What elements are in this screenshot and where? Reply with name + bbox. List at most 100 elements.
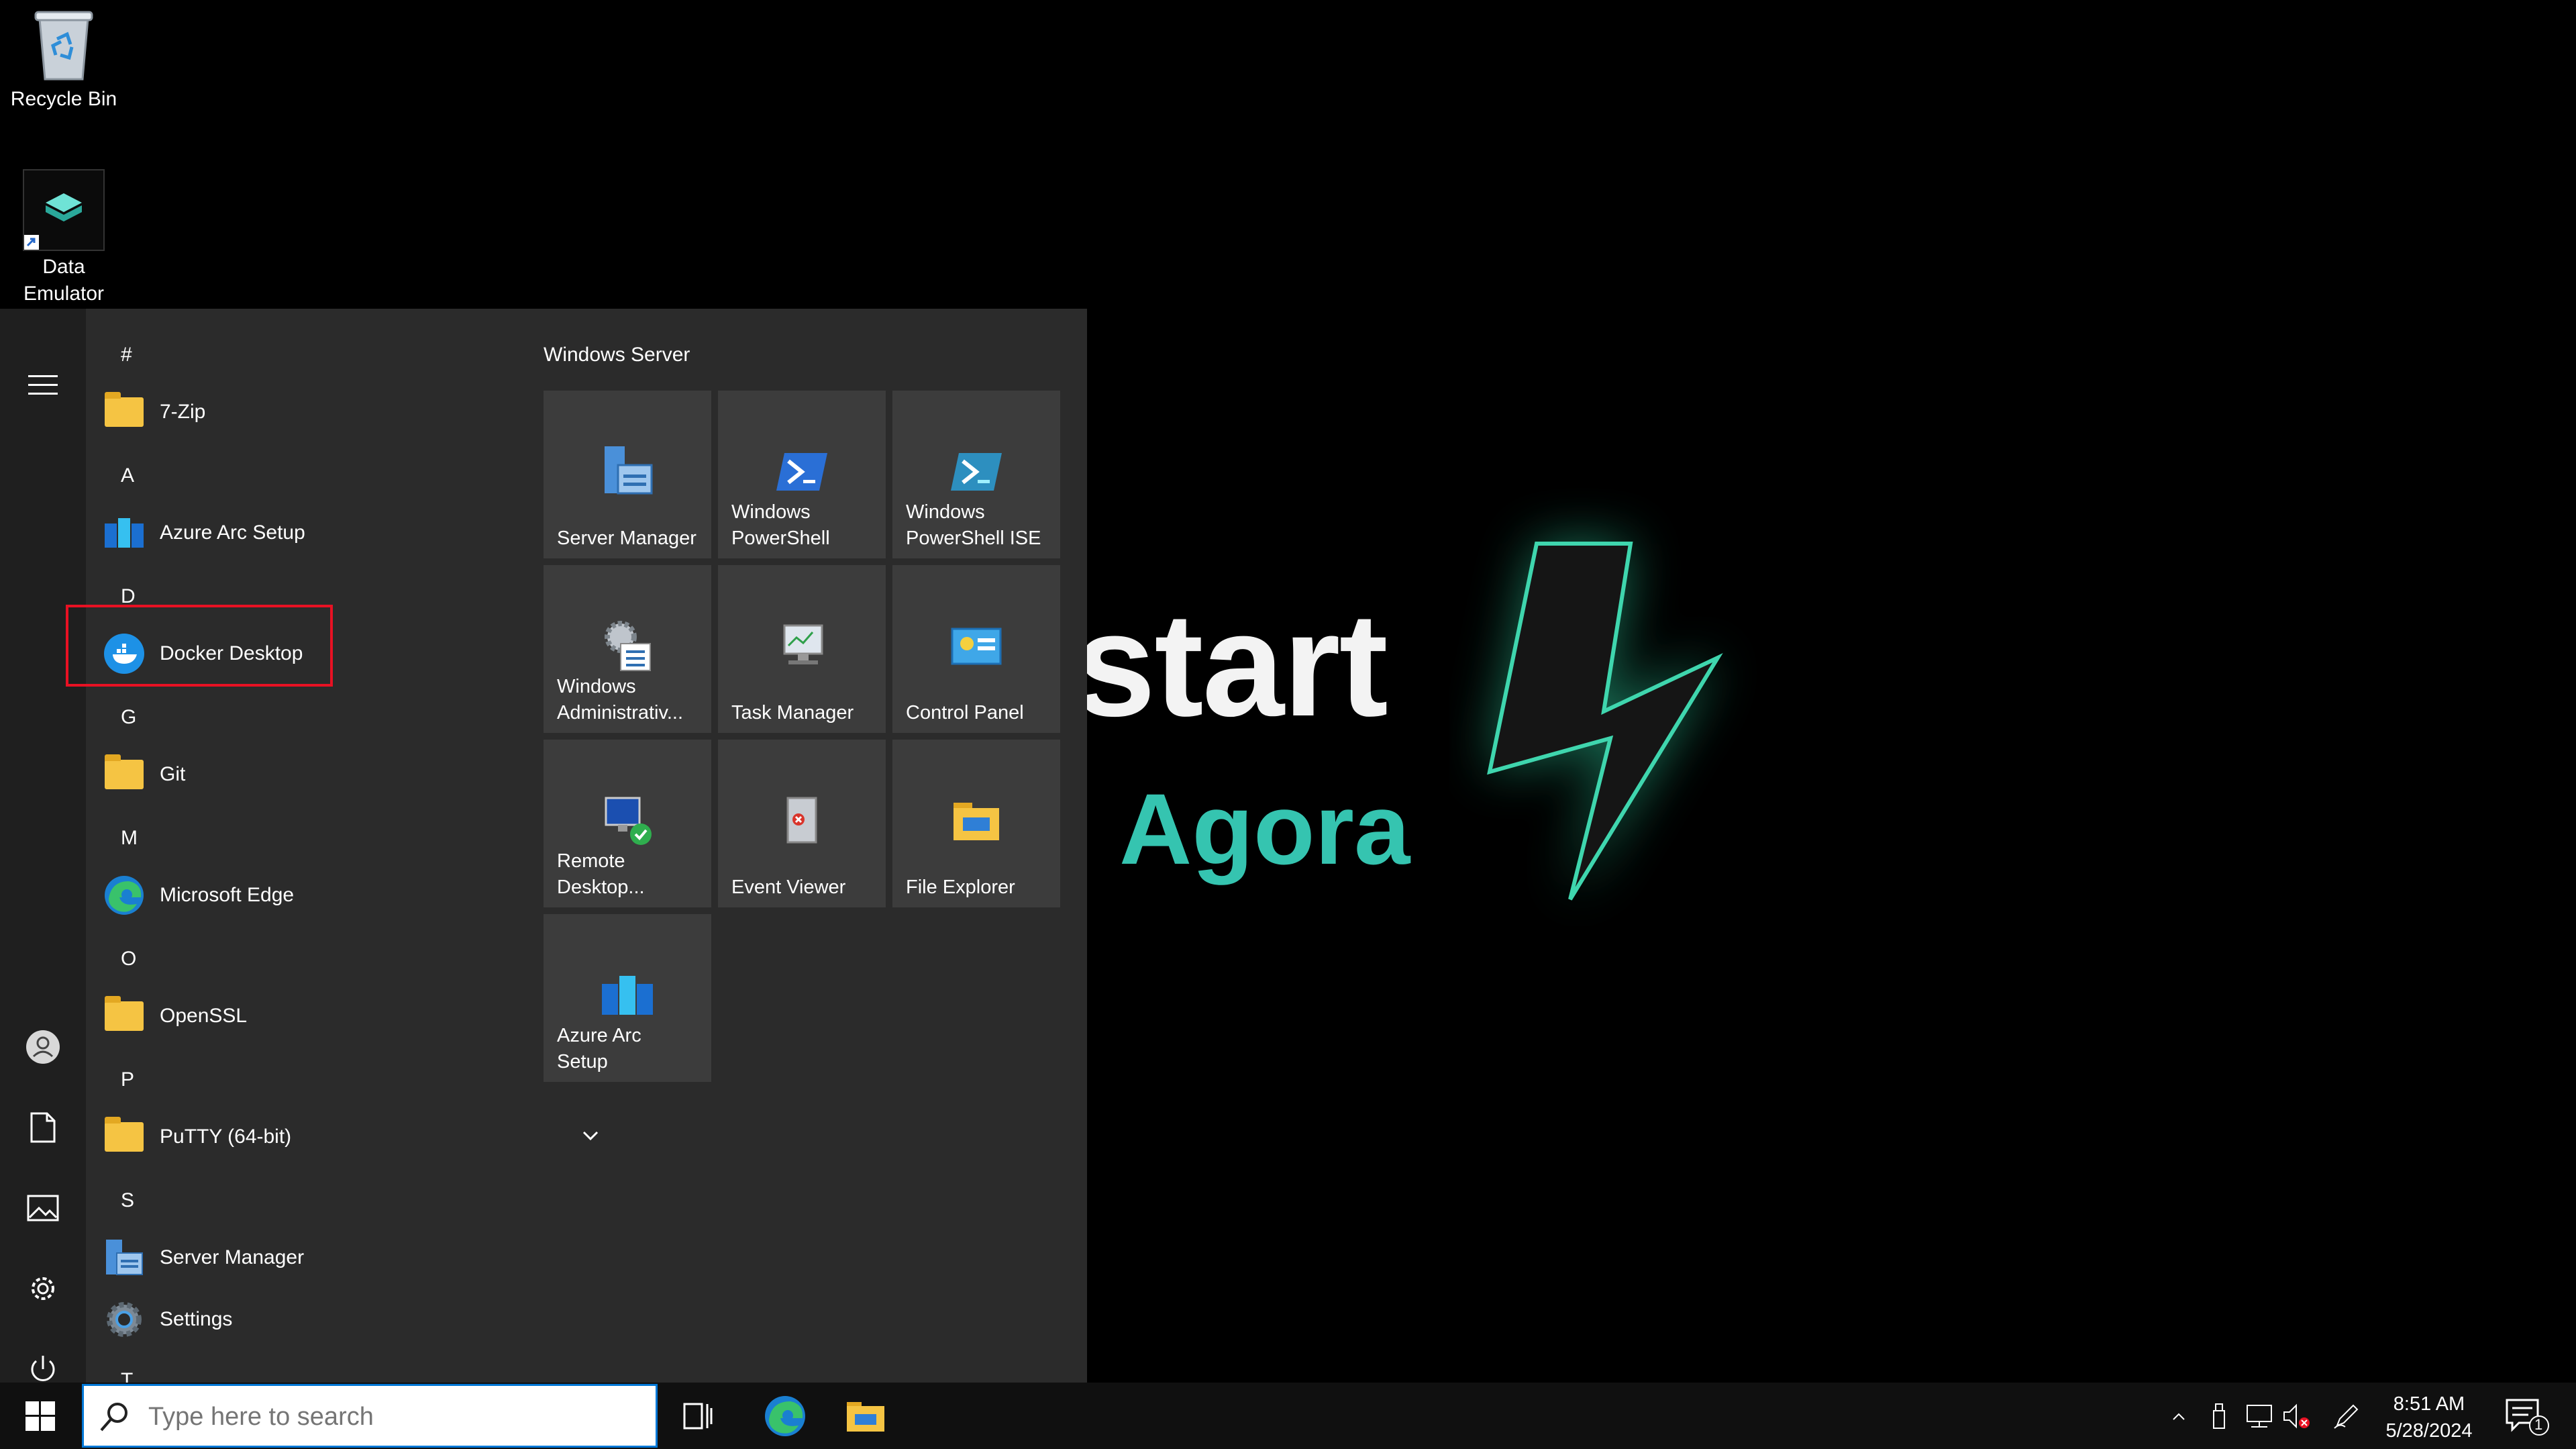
start-button[interactable] [0, 1383, 81, 1449]
section-header-a[interactable]: A [121, 464, 134, 487]
chevron-down-icon [582, 1131, 599, 1141]
tile-server-manager[interactable]: Server Manager [544, 391, 711, 558]
tile-windows-powershell-ise[interactable]: Windows PowerShell ISE [892, 391, 1060, 558]
azure-arc-icon [597, 965, 658, 1026]
tile-remote-desktop[interactable]: Remote Desktop... [544, 740, 711, 907]
tile-windows-powershell[interactable]: Windows PowerShell [718, 391, 886, 558]
search-icon [100, 1403, 127, 1432]
section-header-p[interactable]: P [121, 1068, 134, 1091]
file-explorer-icon [847, 1401, 884, 1432]
user-account-icon[interactable] [16, 1020, 70, 1074]
task-view-button[interactable] [658, 1383, 738, 1449]
start-menu-rail [0, 309, 86, 1383]
usb-device-icon[interactable] [2204, 1401, 2234, 1431]
notification-icon [2506, 1399, 2549, 1436]
notification-count-badge: 1 [2534, 1416, 2543, 1433]
app-item-microsoft-edge[interactable]: Microsoft Edge [103, 867, 600, 923]
app-item-7zip[interactable]: 7-Zip [103, 384, 600, 440]
action-center-button[interactable]: 1 [2503, 1396, 2550, 1436]
tile-label: Windows PowerShell ISE [906, 501, 1041, 549]
app-label: Azure Arc Setup [160, 521, 305, 544]
tile-label: Remote Desktop... [557, 850, 645, 898]
tile-label: Control Panel [906, 702, 1024, 723]
azure-arc-icon [103, 512, 145, 554]
app-label: 7-Zip [160, 401, 206, 423]
wallpaper-text-agora: Agora [1119, 772, 1410, 885]
tile-control-panel[interactable]: Control Panel [892, 565, 1060, 733]
taskbar-file-explorer-button[interactable] [825, 1383, 906, 1449]
recycle-bin-shortcut[interactable]: Recycle Bin [0, 4, 127, 113]
file-explorer-icon [946, 791, 1007, 851]
settings-gear-icon[interactable] [16, 1262, 70, 1315]
network-icon[interactable] [2245, 1401, 2274, 1431]
pictures-icon[interactable] [16, 1181, 70, 1235]
section-header-t[interactable]: T [121, 1369, 133, 1383]
app-label: Settings [160, 1308, 233, 1330]
app-item-openssl[interactable]: OpenSSL [103, 988, 600, 1044]
documents-icon[interactable] [16, 1101, 70, 1154]
docker-desktop-highlight-box [66, 605, 333, 687]
tiles-group-title: Windows Server [544, 344, 690, 366]
app-label: Server Manager [160, 1246, 305, 1268]
tile-label: Server Manager [557, 528, 697, 549]
tile-windows-administrative-tools[interactable]: Windows Administrativ... [544, 565, 711, 733]
pen-ink-icon[interactable] [2332, 1401, 2361, 1431]
app-label: Microsoft Edge [160, 884, 295, 906]
data-emulator-shortcut[interactable]: Data Emulator [0, 169, 127, 307]
tile-label: File Explorer [906, 877, 1015, 898]
wallpaper-text-start: start [1074, 582, 1388, 747]
admin-tools-icon [597, 616, 658, 677]
tile-label: Task Manager [731, 702, 854, 723]
app-item-git[interactable]: Git [103, 746, 600, 803]
taskbar-edge-button[interactable] [745, 1383, 825, 1449]
powershell-ise-icon [946, 442, 1007, 502]
section-header-m[interactable]: M [121, 827, 138, 850]
tile-label: Windows PowerShell [731, 501, 830, 549]
taskbar-clock[interactable]: 8:51 AM 5/28/2024 [2369, 1391, 2489, 1444]
recycle-bin-icon [30, 4, 97, 83]
remote-desktop-icon [597, 791, 658, 851]
tile-label: Event Viewer [731, 877, 846, 898]
folder-icon [105, 996, 144, 1031]
app-list: # 7-Zip A Azure Arc Setup D Docker Deskt… [86, 309, 599, 1383]
task-view-icon [683, 1403, 713, 1429]
section-header-hash[interactable]: # [121, 344, 132, 366]
app-item-putty[interactable]: PuTTY (64-bit) [103, 1109, 600, 1165]
task-manager-icon [772, 616, 832, 677]
section-header-g[interactable]: G [121, 706, 136, 729]
taskbar: 8:51 AM 5/28/2024 1 [0, 1383, 2576, 1449]
app-item-server-manager[interactable]: Server Manager [103, 1230, 600, 1286]
app-item-azure-arc-setup[interactable]: Azure Arc Setup [103, 505, 600, 561]
tile-label: Azure Arc Setup [557, 1025, 641, 1072]
tile-file-explorer[interactable]: File Explorer [892, 740, 1060, 907]
app-label: OpenSSL [160, 1005, 248, 1027]
server-manager-icon [103, 1237, 145, 1279]
hamburger-menu-icon[interactable] [16, 358, 70, 412]
search-input[interactable] [148, 1398, 618, 1436]
show-hidden-icons-chevron-icon[interactable] [2164, 1401, 2194, 1431]
recycle-bin-label: Recycle Bin [10, 88, 117, 110]
app-label: Git [160, 763, 186, 785]
tile-label: Windows Administrativ... [557, 676, 684, 723]
folder-icon [105, 1117, 144, 1152]
lightning-bolt-logo [1487, 542, 1723, 901]
section-header-s[interactable]: S [121, 1189, 134, 1212]
server-manager-icon [597, 442, 658, 502]
event-viewer-icon [772, 791, 832, 851]
volume-muted-icon[interactable] [2281, 1401, 2311, 1431]
tile-azure-arc-setup[interactable]: Azure Arc Setup [544, 914, 711, 1082]
tile-event-viewer[interactable]: Event Viewer [718, 740, 886, 907]
data-emulator-icon [23, 169, 105, 251]
clock-date: 5/28/2024 [2385, 1420, 2473, 1442]
edge-icon [103, 875, 145, 916]
folder-icon [105, 754, 144, 789]
folder-icon [105, 392, 144, 427]
control-panel-icon [946, 616, 1007, 677]
tile-task-manager[interactable]: Task Manager [718, 565, 886, 733]
clock-time: 8:51 AM [2393, 1393, 2465, 1415]
settings-gear-icon [103, 1299, 145, 1340]
start-menu: # 7-Zip A Azure Arc Setup D Docker Deskt… [0, 309, 1087, 1383]
app-item-settings[interactable]: Settings [103, 1291, 600, 1348]
section-header-o[interactable]: O [121, 948, 136, 970]
search-box[interactable] [82, 1384, 658, 1448]
